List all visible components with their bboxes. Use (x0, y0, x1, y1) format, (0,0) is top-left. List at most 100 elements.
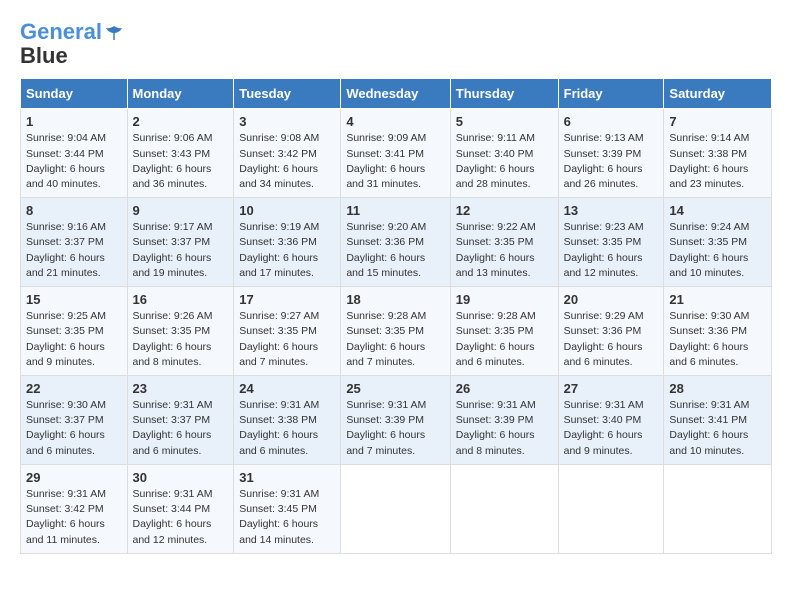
logo: General Blue (20, 20, 124, 68)
day-info: Sunrise: 9:04 AMSunset: 3:44 PMDaylight:… (26, 131, 122, 192)
day-number: 15 (26, 292, 122, 307)
week-row-2: 8 Sunrise: 9:16 AMSunset: 3:37 PMDaylight… (21, 198, 772, 287)
day-info: Sunrise: 9:22 AMSunset: 3:35 PMDaylight:… (456, 220, 553, 281)
day-info: Sunrise: 9:09 AMSunset: 3:41 PMDaylight:… (346, 131, 444, 192)
header-sunday: Sunday (21, 79, 128, 109)
day-number: 7 (669, 114, 766, 129)
day-number: 19 (456, 292, 553, 307)
day-number: 26 (456, 381, 553, 396)
day-info: Sunrise: 9:31 AMSunset: 3:39 PMDaylight:… (346, 398, 444, 459)
day-cell: 2 Sunrise: 9:06 AMSunset: 3:43 PMDaylight… (127, 109, 234, 198)
day-info: Sunrise: 9:19 AMSunset: 3:36 PMDaylight:… (239, 220, 335, 281)
week-row-5: 29 Sunrise: 9:31 AMSunset: 3:42 PMDayligh… (21, 464, 772, 553)
day-info: Sunrise: 9:16 AMSunset: 3:37 PMDaylight:… (26, 220, 122, 281)
day-cell: 14 Sunrise: 9:24 AMSunset: 3:35 PMDayligh… (664, 198, 772, 287)
day-info: Sunrise: 9:31 AMSunset: 3:40 PMDaylight:… (564, 398, 659, 459)
day-info: Sunrise: 9:31 AMSunset: 3:45 PMDaylight:… (239, 487, 335, 548)
day-number: 13 (564, 203, 659, 218)
day-cell (664, 464, 772, 553)
day-cell: 21 Sunrise: 9:30 AMSunset: 3:36 PMDayligh… (664, 287, 772, 376)
day-number: 8 (26, 203, 122, 218)
day-cell: 26Sunrise: 9:31 AMSunset: 3:39 PMDayligh… (450, 376, 558, 465)
day-cell: 15 Sunrise: 9:25 AMSunset: 3:35 PMDayligh… (21, 287, 128, 376)
day-number: 3 (239, 114, 335, 129)
day-cell: 3 Sunrise: 9:08 AMSunset: 3:42 PMDaylight… (234, 109, 341, 198)
day-info: Sunrise: 9:08 AMSunset: 3:42 PMDaylight:… (239, 131, 335, 192)
day-number: 2 (133, 114, 229, 129)
day-number: 4 (346, 114, 444, 129)
day-cell: 17Sunrise: 9:27 AMSunset: 3:35 PMDayligh… (234, 287, 341, 376)
day-number: 29 (26, 470, 122, 485)
day-number: 14 (669, 203, 766, 218)
day-number: 6 (564, 114, 659, 129)
day-info: Sunrise: 9:25 AMSunset: 3:35 PMDaylight:… (26, 309, 122, 370)
day-cell: 7 Sunrise: 9:14 AMSunset: 3:38 PMDaylight… (664, 109, 772, 198)
day-number: 1 (26, 114, 122, 129)
day-cell: 30 Sunrise: 9:31 AMSunset: 3:44 PMDayligh… (127, 464, 234, 553)
day-cell: 6Sunrise: 9:13 AMSunset: 3:39 PMDaylight… (558, 109, 664, 198)
day-cell: 24Sunrise: 9:31 AMSunset: 3:38 PMDayligh… (234, 376, 341, 465)
day-cell: 28 Sunrise: 9:31 AMSunset: 3:41 PMDayligh… (664, 376, 772, 465)
day-number: 10 (239, 203, 335, 218)
day-info: Sunrise: 9:30 AMSunset: 3:37 PMDaylight:… (26, 398, 122, 459)
day-info: Sunrise: 9:31 AMSunset: 3:41 PMDaylight:… (669, 398, 766, 459)
day-info: Sunrise: 9:31 AMSunset: 3:42 PMDaylight:… (26, 487, 122, 548)
day-info: Sunrise: 9:17 AMSunset: 3:37 PMDaylight:… (133, 220, 229, 281)
day-info: Sunrise: 9:28 AMSunset: 3:35 PMDaylight:… (346, 309, 444, 370)
day-info: Sunrise: 9:29 AMSunset: 3:36 PMDaylight:… (564, 309, 659, 370)
day-info: Sunrise: 9:24 AMSunset: 3:35 PMDaylight:… (669, 220, 766, 281)
day-info: Sunrise: 9:30 AMSunset: 3:36 PMDaylight:… (669, 309, 766, 370)
day-cell: 23Sunrise: 9:31 AMSunset: 3:37 PMDayligh… (127, 376, 234, 465)
day-cell: 25 Sunrise: 9:31 AMSunset: 3:39 PMDayligh… (341, 376, 450, 465)
header-tuesday: Tuesday (234, 79, 341, 109)
day-number: 21 (669, 292, 766, 307)
day-cell: 11 Sunrise: 9:20 AMSunset: 3:36 PMDayligh… (341, 198, 450, 287)
header-saturday: Saturday (664, 79, 772, 109)
day-cell: 20 Sunrise: 9:29 AMSunset: 3:36 PMDayligh… (558, 287, 664, 376)
day-number: 27 (564, 381, 659, 396)
day-number: 9 (133, 203, 229, 218)
calendar-table: SundayMondayTuesdayWednesdayThursdayFrid… (20, 78, 772, 553)
day-number: 12 (456, 203, 553, 218)
header-thursday: Thursday (450, 79, 558, 109)
calendar-header-row: SundayMondayTuesdayWednesdayThursdayFrid… (21, 79, 772, 109)
day-info: Sunrise: 9:26 AMSunset: 3:35 PMDaylight:… (133, 309, 229, 370)
day-cell: 27 Sunrise: 9:31 AMSunset: 3:40 PMDayligh… (558, 376, 664, 465)
day-number: 20 (564, 292, 659, 307)
day-info: Sunrise: 9:31 AMSunset: 3:44 PMDaylight:… (133, 487, 229, 548)
header-monday: Monday (127, 79, 234, 109)
day-cell: 10 Sunrise: 9:19 AMSunset: 3:36 PMDayligh… (234, 198, 341, 287)
day-cell: 29 Sunrise: 9:31 AMSunset: 3:42 PMDayligh… (21, 464, 128, 553)
day-cell (341, 464, 450, 553)
day-info: Sunrise: 9:28 AMSunset: 3:35 PMDaylight:… (456, 309, 553, 370)
day-number: 30 (133, 470, 229, 485)
week-row-3: 15 Sunrise: 9:25 AMSunset: 3:35 PMDayligh… (21, 287, 772, 376)
day-number: 24 (239, 381, 335, 396)
day-cell: 22Sunrise: 9:30 AMSunset: 3:37 PMDayligh… (21, 376, 128, 465)
day-number: 16 (133, 292, 229, 307)
logo-text: General (20, 20, 124, 44)
day-number: 17 (239, 292, 335, 307)
day-info: Sunrise: 9:11 AMSunset: 3:40 PMDaylight:… (456, 131, 553, 192)
day-number: 31 (239, 470, 335, 485)
day-cell: 16 Sunrise: 9:26 AMSunset: 3:35 PMDayligh… (127, 287, 234, 376)
day-cell: 4 Sunrise: 9:09 AMSunset: 3:41 PMDaylight… (341, 109, 450, 198)
week-row-1: 1 Sunrise: 9:04 AMSunset: 3:44 PMDaylight… (21, 109, 772, 198)
day-number: 5 (456, 114, 553, 129)
day-cell: 8 Sunrise: 9:16 AMSunset: 3:37 PMDaylight… (21, 198, 128, 287)
day-cell: 13Sunrise: 9:23 AMSunset: 3:35 PMDayligh… (558, 198, 664, 287)
day-cell (558, 464, 664, 553)
day-cell: 9 Sunrise: 9:17 AMSunset: 3:37 PMDaylight… (127, 198, 234, 287)
day-info: Sunrise: 9:14 AMSunset: 3:38 PMDaylight:… (669, 131, 766, 192)
day-info: Sunrise: 9:31 AMSunset: 3:37 PMDaylight:… (133, 398, 229, 459)
day-number: 11 (346, 203, 444, 218)
header-wednesday: Wednesday (341, 79, 450, 109)
week-row-4: 22Sunrise: 9:30 AMSunset: 3:37 PMDayligh… (21, 376, 772, 465)
day-info: Sunrise: 9:06 AMSunset: 3:43 PMDaylight:… (133, 131, 229, 192)
day-number: 25 (346, 381, 444, 396)
day-info: Sunrise: 9:20 AMSunset: 3:36 PMDaylight:… (346, 220, 444, 281)
day-cell: 18Sunrise: 9:28 AMSunset: 3:35 PMDayligh… (341, 287, 450, 376)
day-cell (450, 464, 558, 553)
day-number: 28 (669, 381, 766, 396)
logo-text2: Blue (20, 44, 124, 68)
